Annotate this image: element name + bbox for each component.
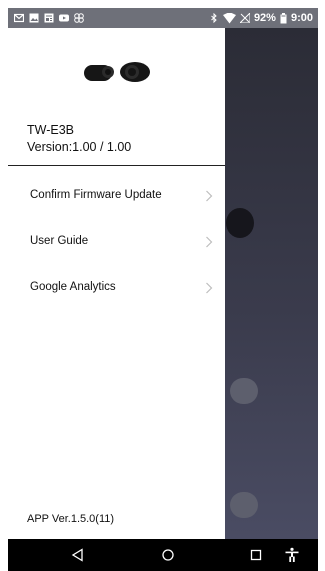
gmail-icon <box>14 13 24 23</box>
background-button <box>230 492 258 518</box>
background-button <box>230 378 258 404</box>
battery-percentage: 92% <box>253 12 276 24</box>
accessibility-icon[interactable] <box>284 547 300 563</box>
chevron-right-icon <box>206 282 213 294</box>
app-version: APP Ver.1.5.0(11) <box>27 513 115 525</box>
device-name: TW-E3B <box>27 123 74 137</box>
background-earbud-image <box>226 208 254 238</box>
clock: 9:00 <box>290 12 313 24</box>
home-icon[interactable] <box>160 547 176 563</box>
menu-item-label: User Guide <box>30 235 89 247</box>
wifi-icon <box>222 12 236 23</box>
menu-item-confirm-firmware-update[interactable]: Confirm Firmware Update <box>8 177 225 217</box>
earbuds-image <box>84 62 150 82</box>
divider <box>8 165 225 166</box>
system-status: 92% 9:00 <box>209 12 318 24</box>
navigation-drawer: TW-E3B Version:1.00 / 1.00 Confirm Firmw… <box>8 28 225 539</box>
recents-icon[interactable] <box>248 547 264 563</box>
navigation-bar <box>8 539 318 571</box>
notification-icons <box>8 13 84 23</box>
back-icon[interactable] <box>70 547 86 563</box>
menu-item-label: Google Analytics <box>30 281 116 293</box>
chevron-right-icon <box>206 236 213 248</box>
menu-item-user-guide[interactable]: User Guide <box>8 223 225 263</box>
status-bar: 92% 9:00 <box>8 8 318 28</box>
battery-icon <box>280 12 287 23</box>
device-version: Version:1.00 / 1.00 <box>27 140 132 154</box>
menu-item-google-analytics[interactable]: Google Analytics <box>8 269 225 309</box>
youtube-icon <box>59 14 69 22</box>
news-icon <box>44 13 54 23</box>
no-signal-icon <box>239 13 250 23</box>
pinwheel-icon <box>74 13 84 23</box>
chevron-right-icon <box>206 190 213 202</box>
menu-item-label: Confirm Firmware Update <box>30 189 162 201</box>
bluetooth-icon <box>211 13 217 23</box>
screen: 92% 9:00 TW-E3B Version:1.00 / 1.00 Conf… <box>0 0 325 571</box>
image-icon <box>29 13 39 23</box>
